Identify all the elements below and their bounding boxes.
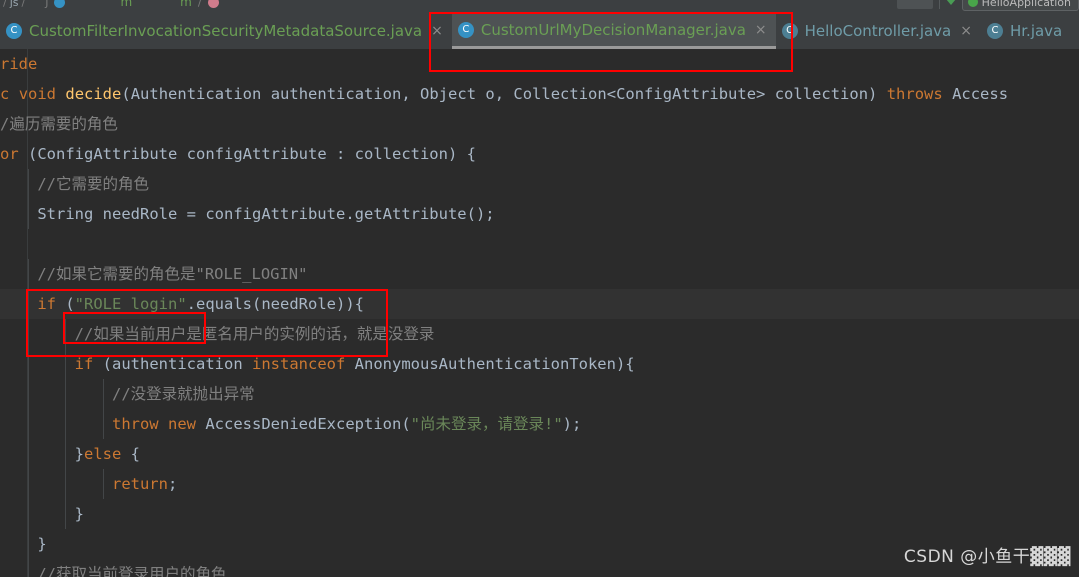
code-line[interactable]: if ("ROLE_login".equals(needRole)){ [0,289,1079,319]
indent-guide [27,169,29,199]
breadcrumb-separator: / [197,0,202,9]
indent-guide [27,259,29,289]
editor-tab-label: HelloController.java [804,22,952,40]
code-line[interactable]: or (ConfigAttribute configAttribute : co… [0,139,1079,169]
indent-guide [102,379,104,409]
caret-down-icon[interactable] [945,0,956,5]
code-line[interactable]: } [0,499,1079,529]
blue-class-icon [54,0,66,8]
close-icon[interactable]: × [960,24,972,38]
code-line[interactable] [0,229,1079,259]
indent-guide [27,199,29,229]
indent-guide [65,409,67,439]
run-icon [967,0,978,7]
breadcrumb-item[interactable]: js [10,0,19,9]
code-line[interactable]: }else { [0,439,1079,469]
indent-guide [65,379,67,409]
indent-guide [102,409,104,439]
code-line[interactable]: //如果当前用户是匿名用户的实例的话，就是没登录 [0,319,1079,349]
toolbar-strip: / js / J m m / HelloApplication [0,0,1079,13]
code-line[interactable]: //如果它需要的角色是"ROLE_LOGIN" [0,259,1079,289]
code-content[interactable]: ride c void decide(Authentication authent… [0,49,1079,577]
indent-guide [27,289,29,319]
editor-tab-label: CustomUrlMyDecisionManager.java [480,20,746,39]
code-line[interactable]: if (authentication instanceof AnonymousA… [0,349,1079,379]
green-method-icon: m [120,0,133,9]
indent-guide [65,469,67,499]
java-class-icon: C [986,23,1003,39]
indent-guide [65,349,67,379]
indent-guide [27,439,29,469]
indent-guide [102,469,104,499]
indent-guide [65,499,67,529]
java-class-icon: C [781,23,798,39]
breadcrumb-separator: / [21,0,26,9]
code-line[interactable]: return; [0,469,1079,499]
indent-guide [27,349,29,379]
java-class-icon: C [457,21,474,38]
editor-tab[interactable]: C CustomUrlMyDecisionManager.java × [451,13,776,49]
editor-tab-label: CustomFilterInvocationSecurityMetadataSo… [29,22,423,40]
indent-guide [27,409,29,439]
csdn-watermark: CSDN @小鱼干▓▓▓ [903,547,1071,567]
toolbar-divider [938,0,940,9]
editor-tab[interactable]: C HelloController.java × [776,13,981,49]
indent-guide [27,559,29,577]
run-toolbar[interactable]: HelloApplication [896,0,1079,12]
indent-guide [27,529,29,559]
code-line[interactable]: //没登录就抛出异常 [0,379,1079,409]
code-line[interactable]: //它需要的角色 [0,169,1079,199]
toolbar-button[interactable] [896,0,933,9]
code-line[interactable]: ride [0,49,1079,79]
breadcrumb-item[interactable] [135,0,177,9]
code-line[interactable]: /遍历需要的角色 [0,109,1079,139]
indent-guide [27,469,29,499]
pink-field-icon [207,0,219,8]
indent-guide [65,319,67,349]
editor-tab-bar[interactable]: C CustomFilterInvocationSecurityMetadataS… [0,13,1079,49]
green-method-icon: m [180,0,192,9]
java-class-icon: C [6,23,22,39]
breadcrumb-item[interactable] [68,0,117,9]
breadcrumb-separator: J [45,0,49,9]
editor-tab-label: Hr.java [1009,22,1063,40]
indent-guide [27,379,29,409]
close-icon[interactable]: × [755,23,767,37]
breadcrumb[interactable]: / js / J m m / [0,0,222,12]
editor-tab[interactable]: C Hr.java [981,13,1071,49]
indent-guide [65,439,67,469]
close-icon[interactable]: × [431,24,443,38]
editor-tab[interactable]: C CustomFilterInvocationSecurityMetadataS… [0,13,452,49]
indent-guide [27,499,29,529]
code-editor[interactable]: ride c void decide(Authentication authent… [0,49,1079,577]
run-config-selector[interactable]: HelloApplication [961,0,1079,11]
breadcrumb-item[interactable] [28,0,42,9]
code-line[interactable]: String needRole = configAttribute.getAtt… [0,199,1079,229]
indent-guide [27,319,29,349]
breadcrumb-separator: / [3,0,7,9]
code-line[interactable]: c void decide(Authentication authenticat… [0,79,1079,109]
run-config-label: HelloApplication [981,0,1071,9]
code-line[interactable]: throw new AccessDeniedException("尚未登录，请登… [0,409,1079,439]
